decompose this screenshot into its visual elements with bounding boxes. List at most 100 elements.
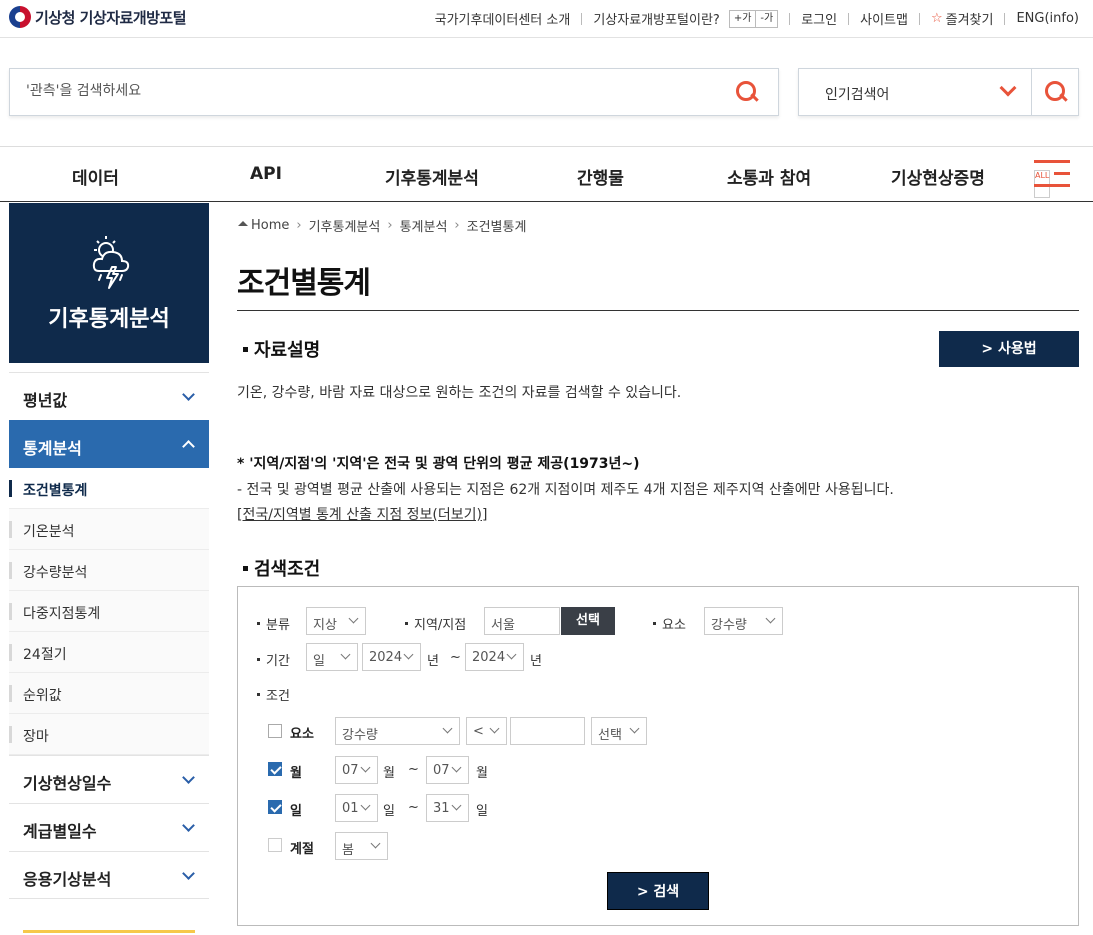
all-menu-button[interactable]: ALL — [1034, 160, 1070, 198]
logo-text: 기상청 기상자료개방포털 — [35, 8, 187, 27]
chevron-down-icon — [182, 388, 195, 401]
region-input-value: 서울 — [491, 618, 515, 633]
breadcrumb-separator: › — [454, 218, 460, 233]
month-from-select[interactable]: 07 — [335, 756, 378, 784]
gnb-item-certificate[interactable]: 기상현상증명 — [891, 164, 985, 189]
chevron-down-icon[interactable] — [999, 79, 1017, 97]
search-icon[interactable] — [736, 81, 758, 103]
search-submit-button[interactable]: > 검색 — [607, 872, 709, 910]
section-heading-search: 검색조건 — [243, 555, 320, 581]
site-logo[interactable]: 기상청 기상자료개방포털 — [9, 6, 187, 28]
gnb-item-api[interactable]: API — [250, 164, 282, 184]
lnb-title: 기후통계분석 — [48, 307, 170, 332]
breadcrumb-separator: › — [296, 218, 302, 233]
chevron-down-icon — [629, 723, 640, 734]
top-utility-bar: 기상청 기상자료개방포털 국가기후데이터센터 소개 기상자료개방포털이란? +가… — [0, 0, 1093, 38]
lnb-sub-temperature[interactable]: 기온분석 — [9, 509, 209, 550]
class-select[interactable]: 지상 — [306, 607, 366, 635]
search-input[interactable] — [26, 83, 706, 99]
period-unit-select[interactable]: 일 — [306, 643, 358, 671]
cond-operator-value: < — [473, 724, 484, 739]
chevron-down-icon — [451, 762, 462, 773]
season-checkbox[interactable] — [268, 838, 282, 852]
breadcrumb-current: 조건별통계 — [466, 220, 527, 235]
breadcrumb-home[interactable]: Home — [251, 218, 289, 233]
region-select-button[interactable]: 선택 — [561, 607, 615, 635]
lnb-sub-ranking[interactable]: 순위값 — [9, 673, 209, 714]
lnb-sub-multi-station[interactable]: 다중지점통계 — [9, 591, 209, 632]
breadcrumb-item[interactable]: 통계분석 — [400, 216, 448, 235]
lnb-sub-monsoon[interactable]: 장마 — [9, 714, 209, 755]
region-label: 지역/지점 — [405, 614, 466, 633]
year-from-select[interactable]: 2024 — [362, 643, 421, 671]
class-select-value: 지상 — [313, 618, 337, 633]
hamburger-line — [1034, 184, 1070, 187]
year-unit: 년 — [427, 654, 439, 669]
region-input[interactable]: 서울 — [484, 607, 560, 635]
lnb-group-normals[interactable]: 평년값 — [9, 372, 209, 420]
day-checkbox[interactable] — [268, 800, 282, 814]
cond-value-input[interactable] — [510, 717, 585, 745]
gnb-item-climate-stats[interactable]: 기후통계분석 — [385, 164, 479, 189]
month-checkbox[interactable] — [268, 762, 282, 776]
lnb-group-class-days[interactable]: 계급별일수 — [9, 803, 209, 851]
description-text: 기온, 강수량, 바람 자료 대상으로 원하는 조건의 자료를 검색할 수 있습… — [237, 385, 682, 401]
util-link-about[interactable]: 기상자료개방포털이란? — [593, 9, 720, 28]
lnb-group-weather-days[interactable]: 기상현상일수 — [9, 755, 209, 803]
month-unit: 월 — [476, 766, 488, 781]
howto-button[interactable]: > 사용법 — [939, 331, 1079, 367]
class-label: 분류 — [257, 614, 290, 633]
font-decrease-button[interactable]: -가 — [755, 10, 777, 27]
lnb-sub-conditional-stats[interactable]: 조건별통계 — [9, 468, 209, 509]
favorites-link[interactable]: 즐겨찾기 — [946, 9, 994, 28]
station-info-link[interactable]: [전국/지역별 통계 산출 지점 정보(더보기)] — [237, 504, 487, 524]
day-from-select[interactable]: 01 — [335, 794, 378, 822]
cond-element-value: 강수량 — [342, 728, 378, 743]
element-select[interactable]: 강수량 — [704, 607, 783, 635]
lnb-group-stat-analysis[interactable]: 통계분석 — [9, 420, 209, 468]
chevron-down-icon — [442, 723, 453, 734]
sitemap-link[interactable]: 사이트맵 — [860, 9, 908, 28]
chevron-down-icon — [403, 649, 414, 660]
star-icon: ☆ — [930, 11, 943, 26]
gnb-item-community[interactable]: 소통과 참여 — [727, 164, 811, 189]
lnb-group-label: 평년값 — [23, 391, 68, 410]
period-unit-value: 일 — [313, 654, 325, 669]
popular-keywords-label: 인기검색어 — [825, 87, 890, 103]
cond-select[interactable]: 선택 — [591, 717, 647, 745]
season-select[interactable]: 봄 — [335, 832, 388, 860]
season-value: 봄 — [342, 843, 354, 858]
gnb-item-data[interactable]: 데이터 — [72, 164, 119, 189]
year-unit: 년 — [530, 654, 542, 669]
day-label: 일 — [290, 804, 302, 819]
cond-operator-select[interactable]: < — [466, 717, 507, 745]
breadcrumb-separator: › — [387, 218, 393, 233]
month-label: 월 — [290, 766, 302, 781]
month-to-value: 07 — [433, 763, 450, 778]
chevron-down-icon — [370, 838, 381, 849]
chevron-down-icon — [360, 762, 371, 773]
lnb-group-label: 통계분석 — [23, 439, 82, 458]
popular-search-icon[interactable] — [1045, 81, 1067, 103]
lnb-sub-solar-terms[interactable]: 24절기 — [9, 632, 209, 673]
month-unit: 월 — [383, 766, 395, 781]
month-to-select[interactable]: 07 — [426, 756, 469, 784]
cond-element-select[interactable]: 강수량 — [335, 717, 460, 745]
util-link-ncdc[interactable]: 국가기후데이터센터 소개 — [435, 9, 571, 28]
year-to-select[interactable]: 2024 — [465, 643, 524, 671]
font-increase-button[interactable]: +가 — [730, 11, 756, 27]
kma-emblem-icon — [9, 6, 31, 28]
day-to-select[interactable]: 31 — [426, 794, 469, 822]
cond-element-checkbox[interactable] — [268, 724, 282, 738]
gnb-item-publications[interactable]: 간행물 — [577, 164, 624, 189]
page-title: 조건별통계 — [237, 266, 371, 301]
chevron-down-icon — [340, 649, 351, 660]
lnb-group-applied[interactable]: 응용기상분석 — [9, 851, 209, 899]
lnb-group-label: 응용기상분석 — [23, 870, 112, 889]
range-tilde: ~ — [408, 800, 419, 815]
lnb-sub-precipitation[interactable]: 강수량분석 — [9, 550, 209, 591]
breadcrumb-item[interactable]: 기후통계분석 — [309, 216, 381, 235]
range-tilde: ~ — [408, 762, 419, 777]
login-link[interactable]: 로그인 — [801, 9, 837, 28]
english-link[interactable]: ENG(info) — [1016, 11, 1079, 26]
